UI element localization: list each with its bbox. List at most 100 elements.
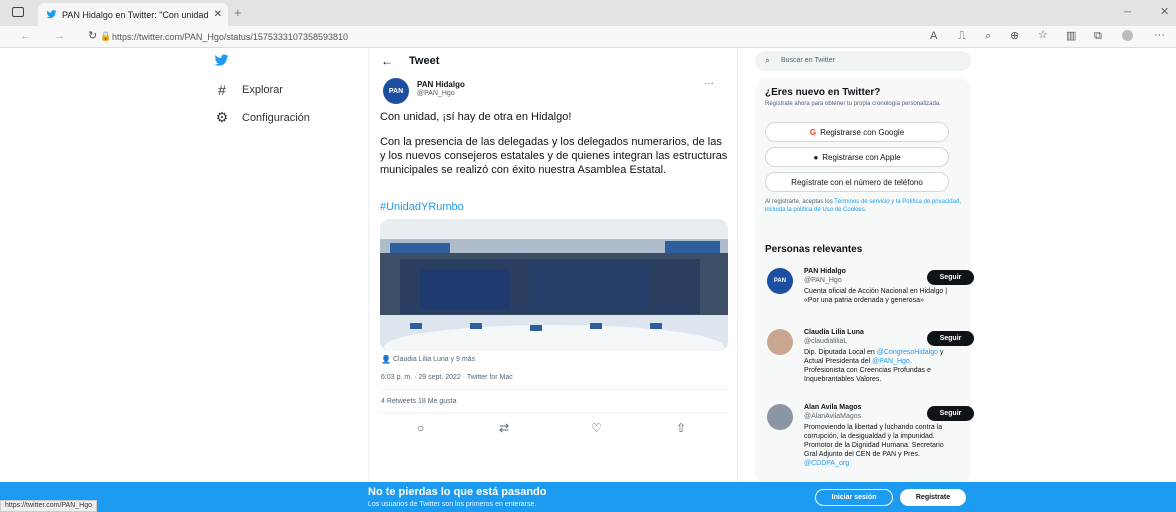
bio-mention-link[interactable]: @CongresoHidalgo (877, 349, 938, 356)
person-name[interactable]: Claudia Lilia Luna (804, 329, 864, 336)
reply-icon[interactable]: ○ (417, 421, 424, 435)
back-icon[interactable]: ← (20, 31, 31, 42)
twitter-bird-icon (46, 10, 57, 19)
divider (380, 412, 728, 413)
browser-tab[interactable]: PAN Hidalgo en Twitter: "Con unidad, ¡sí… (38, 3, 228, 26)
tweet-column: ← Tweet PAN PAN Hidalgo @PAN_Hgo ··· Con… (368, 48, 738, 482)
terms-prefix: Al registrarte, aceptas los (765, 199, 835, 205)
twitter-logo-icon[interactable] (214, 54, 229, 67)
immersive-reader-icon[interactable]: ⎍ (958, 31, 966, 42)
search-box[interactable]: ⌕ Buscar en Twitter (755, 51, 971, 71)
photo-tag-icon: 👤 (381, 355, 391, 364)
signup-phone-button[interactable]: Regístrate con el número de teléfono (765, 172, 949, 192)
assembly-photo-image (380, 219, 728, 351)
signup-card-subtitle: Regístrate ahora para obtener tu propia … (765, 101, 941, 107)
avatar[interactable]: PAN (767, 268, 793, 294)
read-aloud-icon[interactable]: A (930, 31, 937, 42)
nav-label-settings: Configuración (242, 111, 310, 124)
signup-card: ¿Eres nuevo en Twitter? Regístrate ahora… (755, 78, 971, 253)
signup-apple-button[interactable]: ● Registrarse con Apple (765, 147, 949, 167)
tweet-timestamp[interactable]: 6:03 p. m. · 29 sept. 2022 · Twitter for… (381, 374, 513, 381)
avatar[interactable] (767, 329, 793, 355)
person-handle[interactable]: @PAN_Hgo (804, 277, 842, 284)
hashtag-icon: # (218, 82, 226, 98)
apple-icon: ● (813, 152, 819, 162)
close-window-icon[interactable]: ✕ (1160, 7, 1169, 18)
status-bar-url: https://twitter.com/PAN_Hgo (0, 500, 98, 512)
signup-apple-label: Registrarse con Apple (822, 152, 901, 162)
tweet-author-handle[interactable]: @PAN_Hgo (417, 90, 455, 97)
more-icon[interactable]: ··· (1154, 30, 1165, 41)
person-name[interactable]: Alan Avila Magos (804, 404, 861, 411)
tweet-author-name[interactable]: PAN Hidalgo (417, 80, 465, 89)
bio-text: Dip. Diputada Local en (804, 349, 877, 356)
nav-settings[interactable]: ⚙ Configuración (214, 109, 310, 126)
photo-tagged-people[interactable]: Claudia Lilia Luna y 9 más (393, 356, 475, 363)
nav-explore[interactable]: # Explorar (214, 82, 283, 98)
login-prompt-banner: No te pierdas lo que está pasando Los us… (0, 482, 1176, 512)
more-options-icon[interactable]: ··· (704, 78, 714, 89)
relevant-people-card: Personas relevantes PAN PAN Hidalgo @PAN… (755, 234, 974, 484)
person-card[interactable]: Alan Avila Magos @AlanAvilaMagos Promovi… (767, 404, 975, 474)
tweet-stats[interactable]: 4 Retweets 18 Me gusta (381, 398, 457, 405)
search-icon: ⌕ (765, 55, 771, 65)
follow-button[interactable]: Seguir (927, 270, 974, 285)
tab-actions-icon[interactable] (12, 7, 24, 17)
bio-mention-link[interactable]: @PAN_Hgo (872, 358, 910, 365)
signup-google-label: Registrarse con Google (820, 127, 905, 137)
person-name[interactable]: PAN Hidalgo (804, 268, 846, 275)
hashtag-link[interactable]: #UnidadYRumbo (380, 201, 464, 213)
new-tab-icon[interactable]: + (234, 6, 242, 19)
retweet-icon[interactable]: ⇄ (499, 421, 509, 435)
person-card[interactable]: PAN PAN Hidalgo @PAN_Hgo Cuenta oficial … (767, 268, 975, 320)
settings-icon: ⚙ (215, 109, 229, 125)
share-icon[interactable]: ⇧ (676, 421, 686, 435)
divider (380, 389, 728, 390)
tweet-avatar[interactable]: PAN (383, 78, 409, 104)
address-bar: ← → ↻ 🔒 https://twitter.com/PAN_Hgo/stat… (0, 26, 1176, 48)
collections-icon[interactable]: ⧉ (1094, 31, 1102, 42)
banner-subtitle: Los usuarios de Twitter son los primeros… (368, 501, 537, 508)
signup-terms: Al registrarte, aceptas los Términos de … (765, 198, 961, 214)
like-icon[interactable]: ♡ (591, 421, 602, 435)
banner-title: No te pierdas lo que está pasando (368, 486, 547, 498)
search-input[interactable]: Buscar en Twitter (781, 57, 835, 64)
bio-mention-link[interactable]: @CDDPA_org (804, 460, 849, 467)
favorite-icon[interactable]: ☆ (1038, 30, 1048, 41)
search-page-icon[interactable]: ⌕ (985, 31, 991, 42)
url-field[interactable]: https://twitter.com/PAN_Hgo/status/15753… (112, 29, 912, 45)
follow-button[interactable]: Seguir (927, 406, 974, 421)
lock-icon: 🔒 (100, 31, 112, 41)
tweet-text-body: Con la presencia de las delegadas y los … (380, 136, 728, 176)
person-bio: Cuenta oficial de Acción Nacional en Hid… (804, 288, 948, 304)
tab-title: PAN Hidalgo en Twitter: "Con unidad, ¡sí… (62, 9, 209, 20)
back-arrow-icon[interactable]: ← (381, 54, 393, 68)
signup-phone-label: Regístrate con el número de teléfono (791, 177, 923, 187)
refresh-icon[interactable]: ↻ (88, 31, 97, 42)
page-title: Tweet (409, 55, 440, 67)
person-bio: Promoviendo la libertad y luchando contr… (804, 423, 952, 468)
profile-icon[interactable] (1122, 30, 1133, 41)
person-handle[interactable]: @claudialiliaL (804, 338, 847, 345)
signup-google-button[interactable]: G Registrarse con Google (765, 122, 949, 142)
browser-tab-bar: PAN Hidalgo en Twitter: "Con unidad, ¡sí… (0, 0, 1176, 26)
follow-button[interactable]: Seguir (927, 331, 974, 346)
google-icon: G (809, 127, 817, 137)
person-bio: Dip. Diputada Local en @CongresoHidalgo … (804, 348, 952, 384)
person-card[interactable]: Claudia Lilia Luna @claudialiliaL Dip. D… (767, 329, 975, 399)
avatar[interactable] (767, 404, 793, 430)
relevant-people-title: Personas relevantes (765, 244, 863, 255)
tweet-photo[interactable] (380, 219, 728, 351)
signup-card-title: ¿Eres nuevo en Twitter? (765, 87, 881, 98)
bio-text: Promoviendo la libertad y luchando contr… (804, 424, 944, 458)
split-screen-icon[interactable]: ▥ (1066, 31, 1076, 42)
forward-icon[interactable]: → (54, 31, 65, 42)
close-icon[interactable]: ✕ (214, 9, 228, 20)
minimize-icon[interactable]: ─ (1124, 8, 1131, 18)
nav-label-explore: Explorar (242, 84, 283, 96)
tweet-text-line1: Con unidad, ¡sí hay de otra en Hidalgo! (380, 111, 572, 123)
login-button[interactable]: Iniciar sesión (815, 489, 893, 506)
person-handle[interactable]: @AlanAvilaMagos (804, 413, 861, 420)
signup-button[interactable]: Regístrate (900, 489, 966, 506)
zoom-icon[interactable]: ⊕ (1010, 31, 1019, 42)
